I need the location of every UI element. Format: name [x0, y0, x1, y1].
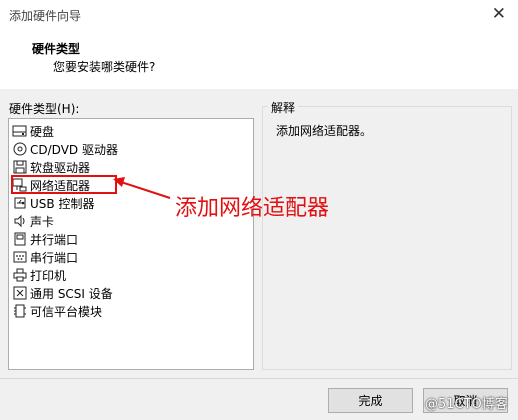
- speaker-icon: [12, 214, 27, 228]
- annotation-text: 添加网络适配器: [175, 196, 330, 221]
- watermark: @51CTO博客: [425, 397, 508, 412]
- cd-dvd-icon: [12, 142, 27, 156]
- list-item-scsi[interactable]: 通用 SCSI 设备: [12, 284, 113, 302]
- highlight-box: [11, 175, 117, 194]
- list-item-label: 可信平台模块: [30, 304, 103, 319]
- tpm-icon: [12, 304, 27, 318]
- list-item-label: 软盘驱动器: [30, 160, 91, 175]
- list-item-label: 打印机: [30, 268, 67, 283]
- list-item-hard-disk[interactable]: 硬盘: [12, 122, 54, 140]
- printer-icon: [12, 268, 27, 282]
- list-item-label: 并行端口: [30, 232, 79, 247]
- list-item-floppy[interactable]: 软盘驱动器: [12, 158, 90, 176]
- finish-button[interactable]: 完成: [328, 388, 413, 413]
- header-divider: [0, 88, 518, 89]
- list-item-cd-dvd[interactable]: CD/DVD 驱动器: [12, 140, 118, 158]
- hard-disk-icon: [12, 124, 27, 138]
- list-item-sound-card[interactable]: 声卡: [12, 212, 54, 230]
- list-item-tpm[interactable]: 可信平台模块: [12, 302, 102, 320]
- window-title: 添加硬件向导: [9, 9, 82, 23]
- parallel-port-icon: [12, 232, 27, 246]
- hardware-type-label: 硬件类型(H):: [9, 102, 80, 116]
- list-item-serial-port[interactable]: 串行端口: [12, 248, 78, 266]
- floppy-icon: [12, 160, 27, 174]
- usb-icon: [12, 196, 27, 210]
- hardware-type-list[interactable]: 硬盘 CD/DVD 驱动器 软盘驱动器 网络适配器 USB 控制器 声卡 并行端…: [8, 118, 254, 370]
- list-item-printer[interactable]: 打印机: [12, 266, 66, 284]
- list-item-label: 通用 SCSI 设备: [30, 286, 113, 301]
- annotation-arrow: [113, 177, 171, 199]
- footer-divider: [0, 378, 518, 379]
- list-item-label: 声卡: [30, 214, 55, 229]
- serial-port-icon: [12, 250, 27, 264]
- list-item-label: 串行端口: [30, 250, 79, 265]
- page-subtitle: 您要安装哪类硬件?: [53, 60, 156, 74]
- close-icon[interactable]: ✕: [492, 3, 506, 25]
- list-item-usb[interactable]: USB 控制器: [12, 194, 94, 212]
- scsi-icon: [12, 286, 27, 300]
- page-title: 硬件类型: [32, 42, 81, 56]
- list-item-label: 硬盘: [30, 124, 55, 139]
- wizard-header: 硬件类型 您要安装哪类硬件?: [0, 30, 518, 89]
- list-item-parallel-port[interactable]: 并行端口: [12, 230, 78, 248]
- list-item-label: CD/DVD 驱动器: [30, 142, 118, 157]
- list-item-label: USB 控制器: [30, 196, 95, 211]
- explanation-group: [262, 106, 512, 370]
- explanation-text: 添加网络适配器。: [276, 124, 373, 138]
- explanation-legend: 解释: [268, 99, 299, 116]
- title-bar: 添加硬件向导 ✕: [0, 0, 518, 30]
